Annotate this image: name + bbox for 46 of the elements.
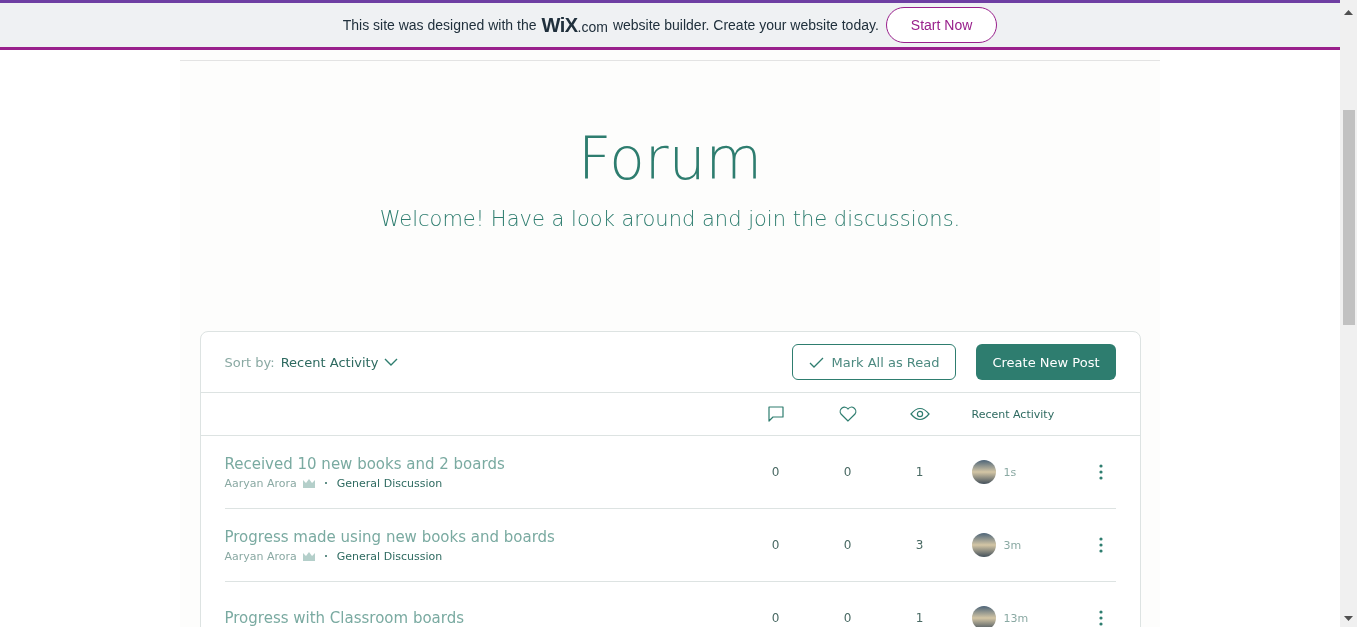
scroll-down-icon[interactable] [1344, 616, 1353, 621]
wix-logo: WiX.com [541, 13, 608, 37]
forum-subtitle: Welcome! Have a look around and join the discussions. [379, 207, 961, 231]
heart-icon [838, 406, 857, 422]
view-count: 1 [915, 465, 924, 479]
eye-icon [909, 407, 930, 421]
post-title-link[interactable]: Progress made using new books and boards [224, 527, 740, 546]
comment-count: 0 [771, 611, 780, 625]
activity-time: 13m [1003, 611, 1029, 625]
mark-all-read-button[interactable]: Mark All as Read [791, 344, 957, 380]
sort-dropdown[interactable]: Sort by: Recent Activity [224, 354, 399, 370]
scroll-up-icon[interactable] [1344, 10, 1353, 15]
like-count: 0 [843, 538, 852, 552]
author-name[interactable]: Aaryan Arora [224, 476, 297, 490]
banner-text: website builder. Create your website today. [612, 17, 879, 33]
post-title-link[interactable]: Received 10 new books and 2 boards [224, 454, 740, 473]
comment-count: 0 [771, 538, 780, 552]
more-options-icon[interactable] [1098, 464, 1103, 480]
category-link[interactable]: General Discussion [336, 549, 443, 563]
author-name[interactable]: Aaryan Arora [224, 549, 297, 563]
more-options-icon[interactable] [1098, 610, 1103, 626]
post-title-link[interactable]: Progress with Classroom boards [224, 609, 740, 627]
comment-count: 0 [771, 465, 780, 479]
create-post-button[interactable]: Create New Post [976, 344, 1116, 380]
forum-title: Forum [577, 124, 763, 195]
like-count: 0 [843, 465, 852, 479]
avatar-photo-placeholder [971, 606, 996, 627]
scrollbar-thumb[interactable] [1342, 110, 1355, 325]
view-count: 3 [915, 538, 924, 552]
checkmark-icon [808, 356, 824, 368]
comment-icon [766, 406, 785, 422]
activity-time: 1s [1003, 465, 1017, 479]
crown-icon [302, 551, 315, 561]
scrollbar[interactable] [1340, 0, 1357, 627]
chevron-down-icon [384, 358, 399, 366]
more-options-icon[interactable] [1098, 537, 1103, 553]
activity-time: 3m [1003, 538, 1022, 552]
crown-icon [302, 478, 315, 488]
category-link[interactable]: General Discussion [336, 476, 443, 490]
avatar-photo-placeholder [971, 460, 996, 484]
column-header: Recent Activity [971, 407, 1055, 421]
view-count: 1 [915, 611, 924, 625]
start-now-button[interactable]: Start Now [885, 7, 998, 43]
like-count: 0 [843, 611, 852, 625]
avatar-photo-placeholder [971, 533, 996, 557]
banner-text: This site was designed with the [342, 17, 537, 33]
